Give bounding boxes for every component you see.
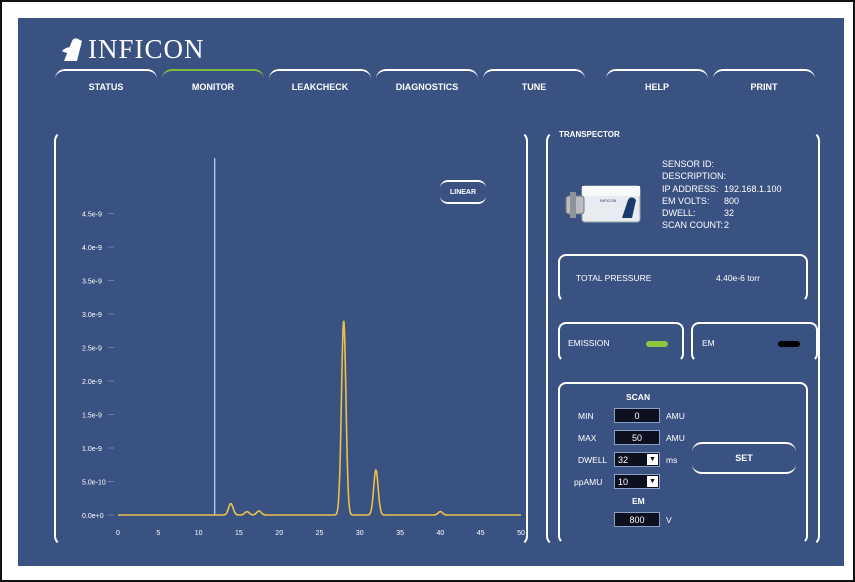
info-value: 800: [724, 195, 740, 206]
y-tick-label: 3.5e-9: [82, 279, 102, 286]
y-tick-label: 1.5e-9: [82, 413, 102, 420]
x-tick-label: 50: [517, 530, 525, 537]
total-pressure-value: 4.40e-6 torr: [716, 273, 760, 283]
dwell-select[interactable]: 32 ▼: [614, 452, 660, 467]
amu-label: AMU: [666, 411, 685, 421]
tab-leakcheck[interactable]: LEAKCHECK: [269, 69, 371, 102]
info-key: SCAN COUNT:: [662, 220, 724, 231]
scan-title: SCAN: [626, 392, 651, 402]
chevron-down-icon[interactable]: ▼: [647, 454, 658, 465]
ms-label: ms: [666, 455, 678, 465]
amu-label: AMU: [666, 433, 685, 443]
info-value: 32: [724, 208, 735, 219]
logo-icon: [62, 37, 82, 61]
volts-label: V: [666, 515, 672, 525]
y-tick-label: 4.5e-9: [82, 212, 102, 219]
em-label: EM: [702, 338, 715, 348]
x-tick-label: 5: [156, 530, 160, 537]
ppamu-label: ppAMU: [574, 477, 603, 487]
max-label: MAX: [578, 433, 597, 443]
x-tick-label: 10: [195, 530, 203, 537]
tab-label: TUNE: [521, 81, 547, 92]
y-tick-label: 5.0e-10: [82, 480, 106, 487]
x-tick-label: 20: [275, 530, 283, 537]
x-tick-label: 35: [396, 530, 404, 537]
emission-indicator: [646, 341, 668, 347]
tab-help[interactable]: HELP: [606, 69, 708, 102]
chevron-down-icon[interactable]: ▼: [647, 476, 658, 487]
info-key: SENSOR ID:: [662, 159, 715, 169]
dwell-value: 32: [618, 454, 629, 465]
tab-label: LEAKCHECK: [291, 81, 349, 92]
y-tick-label: 0.0e+0: [82, 513, 104, 520]
info-key: DWELL:: [662, 208, 696, 219]
min-label: MIN: [578, 411, 594, 421]
info-value: 192.168.1.100: [724, 183, 782, 194]
em-volts-input[interactable]: 800: [614, 512, 660, 527]
y-tick-label: 2.0e-9: [82, 379, 102, 386]
ppamu-select[interactable]: 10 ▼: [614, 474, 660, 489]
ppamu-value: 10: [618, 476, 629, 487]
sensor-image: INFICON: [565, 185, 641, 223]
tab-label: PRINT: [750, 81, 778, 92]
x-tick-label: 30: [356, 530, 364, 537]
y-tick-label: 2.5e-9: [82, 346, 102, 353]
x-tick-label: 15: [235, 530, 243, 537]
x-tick-label: 40: [437, 530, 445, 537]
spectrum-trace: [118, 320, 521, 516]
emission-label: EMISSION: [568, 338, 610, 348]
tab-tune[interactable]: TUNE: [483, 69, 585, 102]
em-title: EM: [632, 496, 645, 506]
info-value: 2: [724, 220, 730, 231]
tab-label: STATUS: [88, 81, 124, 92]
tab-monitor[interactable]: MONITOR: [162, 69, 264, 102]
svg-text:INFICON: INFICON: [600, 198, 617, 203]
set-button[interactable]: SET: [692, 442, 796, 474]
info-key: DESCRIPTION:: [662, 171, 727, 182]
tab-status[interactable]: STATUS: [55, 69, 157, 102]
tab-label: HELP: [644, 81, 669, 92]
y-tick-label: 1.0e-9: [82, 446, 102, 453]
panel-title: TRANSPECTOR: [556, 130, 623, 139]
scan-max-input[interactable]: 50: [614, 430, 660, 445]
dwell-label: DWELL: [578, 455, 608, 465]
em-indicator: [778, 341, 800, 347]
brand-name: INFICON: [88, 34, 205, 64]
info-key: EM VOLTS:: [662, 195, 710, 206]
tab-print[interactable]: PRINT: [713, 69, 815, 102]
y-tick-label: 3.0e-9: [82, 312, 102, 319]
x-tick-label: 25: [316, 530, 324, 537]
inficon-logo: INFICON: [62, 34, 205, 65]
info-key: IP ADDRESS:: [662, 183, 719, 194]
linear-scale-button[interactable]: LINEAR: [440, 180, 486, 204]
x-tick-label: 0: [116, 530, 120, 537]
tab-label: MONITOR: [191, 81, 235, 92]
tab-diagnostics[interactable]: DIAGNOSTICS: [376, 69, 478, 102]
y-tick-label: 4.0e-9: [82, 245, 102, 252]
tab-label: DIAGNOSTICS: [395, 81, 459, 92]
x-tick-label: 45: [477, 530, 485, 537]
sensor-info: SENSOR ID: DESCRIPTION: IP ADDRESS: 192.1…: [662, 158, 782, 232]
total-pressure-label: TOTAL PRESSURE: [576, 273, 652, 283]
scan-min-input[interactable]: 0: [614, 408, 660, 423]
